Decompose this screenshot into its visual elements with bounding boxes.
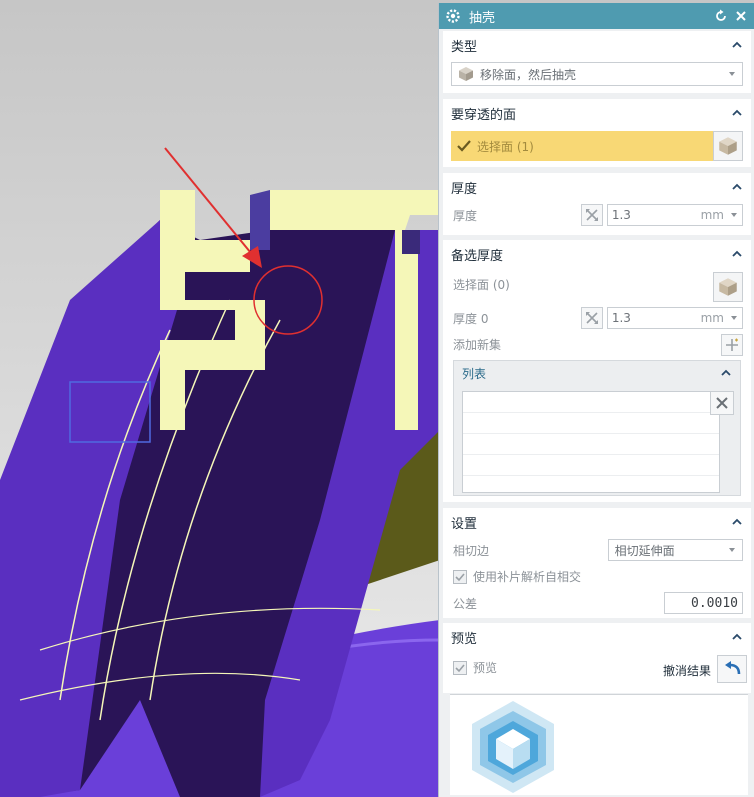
type-group: 类型 移除面，然后抽壳 — [443, 31, 751, 93]
shell-dialog: 抽壳 类型 移除面，然后抽壳 要穿透的面 选择面 (1) 厚度 厚度 1.3 m… — [438, 3, 754, 797]
list-panel: 列表 — [453, 360, 741, 496]
pierce-faces-group: 要穿透的面 选择面 (1) — [443, 99, 751, 167]
dropdown-arrow-icon — [731, 213, 737, 217]
logo-panel — [450, 694, 748, 795]
pierce-faces-header[interactable]: 要穿透的面 — [443, 99, 751, 127]
tangent-edge-value: 相切延伸面 — [614, 543, 675, 558]
chevron-up-icon[interactable] — [731, 631, 743, 643]
add-new-set-label: 添加新集 — [453, 338, 502, 352]
list-label: 列表 — [462, 366, 487, 381]
list-item — [463, 434, 719, 455]
reverse-direction-icon — [585, 209, 598, 221]
patch-checkbox-label: 使用补片解析自相交 — [473, 570, 582, 584]
pierce-faces-label: 要穿透的面 — [451, 107, 517, 123]
type-dropdown-value: 移除面，然后抽壳 — [480, 67, 577, 82]
dialog-title: 抽壳 — [469, 10, 496, 26]
patch-checkbox-row[interactable]: 使用补片解析自相交 — [453, 568, 743, 585]
alt-thickness-input[interactable]: 1.3 mm — [606, 307, 743, 329]
gear-icon[interactable] — [445, 8, 461, 24]
chevron-up-icon[interactable] — [720, 367, 732, 379]
add-new-set-button[interactable] — [721, 334, 743, 356]
preview-group: 预览 预览 撤消结果 — [443, 623, 751, 693]
alt-thickness-row: 厚度 0 1.3 mm — [453, 307, 743, 329]
settings-header[interactable]: 设置 — [443, 508, 751, 536]
alt-thickness-value: 1.3 — [611, 311, 631, 325]
add-set-icon — [726, 338, 738, 351]
patch-checkbox[interactable] — [453, 569, 467, 584]
check-icon — [455, 572, 465, 581]
model-rib-notch — [402, 230, 420, 254]
thickness-group: 厚度 厚度 1.3 mm — [443, 173, 751, 235]
preview-header[interactable]: 预览 — [443, 623, 751, 651]
face-select-button[interactable] — [713, 131, 743, 161]
list-box[interactable] — [462, 391, 720, 493]
tangent-edge-row: 相切边 相切延伸面 — [453, 539, 743, 561]
app-logo-icon — [472, 701, 554, 793]
tolerance-value: 0.0010 — [691, 595, 738, 611]
preview-checkbox[interactable] — [453, 660, 467, 675]
cube-icon — [719, 278, 737, 296]
undo-result-button[interactable] — [717, 655, 747, 683]
thickness-field-label: 厚度 — [453, 208, 478, 223]
dialog-titlebar: 抽壳 — [439, 3, 754, 29]
dropdown-arrow-icon — [729, 72, 735, 76]
dropdown-arrow-icon — [731, 316, 737, 320]
tangent-edge-label: 相切边 — [453, 543, 490, 558]
check-icon — [457, 140, 471, 152]
type-group-label: 类型 — [451, 39, 478, 55]
tolerance-input[interactable]: 0.0010 — [664, 592, 743, 614]
type-group-header[interactable]: 类型 — [443, 31, 751, 59]
alt-thickness-field-label: 厚度 0 — [453, 311, 489, 326]
cube-icon — [719, 137, 737, 155]
alt-thickness-header[interactable]: 备选厚度 — [443, 240, 751, 268]
chevron-up-icon[interactable] — [731, 516, 743, 528]
alt-select-face-row[interactable]: 选择面 (0) — [453, 276, 743, 293]
dropdown-arrow-icon — [729, 548, 735, 552]
tolerance-row: 公差 0.0010 — [453, 592, 743, 614]
tolerance-label: 公差 — [453, 596, 478, 611]
undo-icon — [725, 661, 741, 675]
list-item — [463, 392, 719, 413]
close-icon[interactable] — [734, 9, 748, 23]
thickness-input[interactable]: 1.3 mm — [606, 204, 743, 226]
select-face-text: 选择面 (1) — [477, 139, 534, 154]
alt-select-face-text: 选择面 (0) — [453, 278, 510, 292]
settings-label: 设置 — [451, 516, 478, 532]
thickness-row: 厚度 1.3 mm — [453, 204, 743, 226]
alt-thickness-unit: mm — [700, 311, 724, 325]
chevron-up-icon[interactable] — [731, 107, 743, 119]
preview-checkbox-row[interactable]: 预览 — [453, 659, 651, 676]
alt-face-select-button[interactable] — [713, 272, 743, 302]
thickness-unit: mm — [700, 208, 724, 222]
list-header: 列表 — [454, 361, 740, 385]
remove-item-button[interactable] — [710, 391, 734, 415]
type-dropdown[interactable]: 移除面，然后抽壳 — [451, 62, 743, 86]
thickness-group-label: 厚度 — [451, 181, 478, 197]
alt-thickness-label: 备选厚度 — [451, 248, 504, 264]
list-item — [463, 413, 719, 434]
thickness-header[interactable]: 厚度 — [443, 173, 751, 201]
tangent-edge-dropdown[interactable]: 相切延伸面 — [607, 539, 743, 561]
reverse-direction-button[interactable] — [581, 204, 603, 226]
preview-checkbox-label: 预览 — [473, 661, 498, 675]
reverse-direction-icon — [585, 312, 598, 324]
add-new-set-row: 添加新集 — [453, 336, 743, 353]
cube-icon — [459, 67, 473, 81]
settings-group: 设置 相切边 相切延伸面 使用补片解析自相交 公差 0.0010 — [443, 508, 751, 618]
reset-icon[interactable] — [714, 9, 728, 23]
select-face-row[interactable]: 选择面 (1) — [451, 131, 713, 161]
delete-icon — [716, 397, 728, 409]
check-icon — [455, 663, 465, 672]
chevron-up-icon[interactable] — [731, 248, 743, 260]
thickness-value: 1.3 — [611, 208, 631, 222]
list-item — [463, 455, 719, 476]
chevron-up-icon[interactable] — [731, 39, 743, 51]
model-rib — [395, 230, 418, 430]
alt-thickness-group: 备选厚度 选择面 (0) 厚度 0 1.3 mm 添加新集 列表 — [443, 240, 751, 502]
preview-label: 预览 — [451, 631, 478, 647]
model-top-strip-side — [250, 190, 270, 250]
undo-result-label: 撤消结果 — [662, 664, 711, 678]
chevron-up-icon[interactable] — [731, 181, 743, 193]
alt-reverse-direction-button[interactable] — [581, 307, 603, 329]
